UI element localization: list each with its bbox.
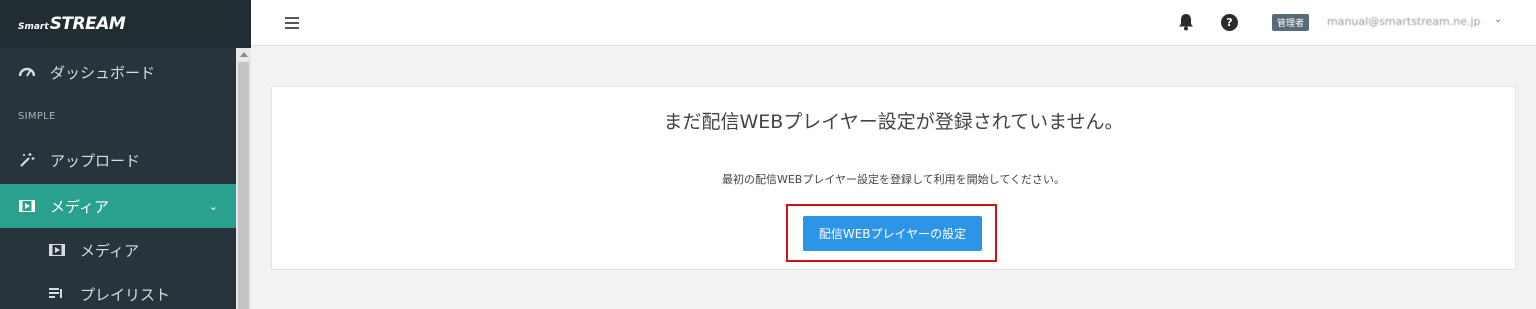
sidebar-item-label: ダッシュボード xyxy=(50,63,156,82)
sidebar-subitem-playlist[interactable]: プレイリスト xyxy=(0,272,236,309)
help-icon[interactable]: ? xyxy=(1221,14,1238,31)
sidebar-item-upload[interactable]: アップロード xyxy=(0,136,236,184)
sidebar-item-label: メディア xyxy=(50,197,109,216)
scrollbar-thumb[interactable] xyxy=(238,62,249,309)
scroll-up-arrow-icon[interactable] xyxy=(240,52,248,57)
chevron-down-icon[interactable]: ⌄ xyxy=(1494,14,1502,25)
nav-section-simple: SIMPLE xyxy=(18,110,56,122)
player-settings-button[interactable]: 配信WEBプレイヤーの設定 xyxy=(803,216,982,251)
sidebar-subitem-media[interactable]: メディア xyxy=(0,228,236,272)
chevron-down-icon: ⌄ xyxy=(208,199,218,213)
brand-logo[interactable]: Smart STREAM xyxy=(18,14,126,34)
logo-bar: Smart STREAM xyxy=(0,0,251,48)
menu-toggle-icon[interactable] xyxy=(285,17,299,29)
sidebar-item-dashboard[interactable]: ダッシュボード xyxy=(0,48,236,96)
film-icon xyxy=(18,199,36,213)
playlist-icon xyxy=(48,287,66,301)
top-bar: ? 管理者 manual@smartstream.ne.jp ⌄ xyxy=(251,0,1536,46)
sidebar-item-label: メディア xyxy=(80,241,139,260)
sidebar-scrollbar[interactable] xyxy=(236,48,251,309)
sidebar-nav: ダッシュボード SIMPLE アップロード メディア ⌄ メディア プレイリスト xyxy=(0,48,236,309)
sidebar-item-label: プレイリスト xyxy=(80,285,171,304)
user-email[interactable]: manual@smartstream.ne.jp xyxy=(1327,15,1481,28)
empty-state-description: 最初の配信WEBプレイヤー設定を登録して利用を開始してください。 xyxy=(721,173,1066,186)
empty-state-card: まだ配信WEBプレイヤー設定が登録されていません。 最初の配信WEBプレイヤー設… xyxy=(271,86,1516,270)
film-icon xyxy=(48,243,66,257)
sidebar-item-label: アップロード xyxy=(50,151,141,170)
sidebar: Smart STREAM ダッシュボード SIMPLE アップロード メディア … xyxy=(0,0,251,309)
empty-state-title: まだ配信WEBプレイヤー設定が登録されていません。 xyxy=(663,111,1124,133)
sidebar-item-media[interactable]: メディア ⌄ xyxy=(0,184,236,228)
brand-prefix: Smart xyxy=(18,22,49,32)
brand-name: STREAM xyxy=(49,14,126,34)
speedometer-icon xyxy=(18,65,36,79)
role-badge: 管理者 xyxy=(1272,14,1310,31)
magic-wand-icon xyxy=(18,153,36,167)
bell-icon[interactable] xyxy=(1178,13,1194,31)
